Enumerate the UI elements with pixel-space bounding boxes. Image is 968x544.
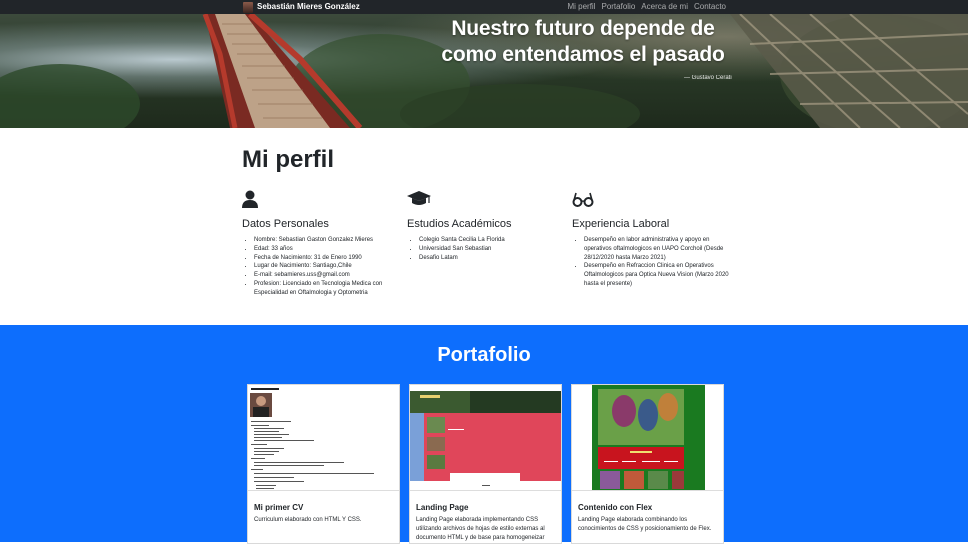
hero-quote-author: — Gustavo Cerati: [684, 75, 732, 81]
nav-link-contacto[interactable]: Contacto: [694, 1, 726, 13]
column-heading: Datos Personales: [242, 218, 329, 230]
glasses-icon: [572, 190, 732, 210]
column-heading: Estudios Académicos: [407, 218, 512, 230]
experiencia-list: Desempeño en labor administrativa y apoy…: [572, 236, 732, 289]
perfil-column-datos-personales: Datos Personales Nombre: Sebastian Gasto…: [242, 190, 402, 298]
list-item: Lugar de Nacimiento: Santiago,Chile: [254, 262, 402, 271]
estudios-list: Colegio Santa Cecilia La Florida Univers…: [407, 236, 567, 262]
list-item: E-mail: sebamieres.uss@gmail.com: [254, 271, 402, 280]
card-text: Landing Page elaborada combinando los co…: [578, 517, 712, 532]
list-item: Nombre: Sebastian Gaston Gonzalez Mieres: [254, 236, 402, 245]
avatar: [243, 1, 253, 13]
navbar: Sebastián Mieres González Mi perfil Port…: [0, 0, 968, 14]
list-item: Profesion: Licenciado en Tecnologia Medi…: [254, 280, 402, 298]
card-title: Mi primer CV: [254, 503, 304, 512]
nav-links: Mi perfil Portafolio Acerca de mi Contac…: [567, 1, 726, 13]
person-icon: [242, 190, 402, 210]
column-heading: Experiencia Laboral: [572, 218, 670, 230]
list-item: Fecha de Nacimiento: 31 de Enero 1990: [254, 254, 402, 263]
nav-link-acerca-de-mi[interactable]: Acerca de mi: [641, 1, 688, 13]
portfolio-card-landing[interactable]: Landing Page Landing Page elaborada impl…: [409, 384, 562, 544]
card-thumbnail-cv: [248, 385, 399, 491]
card-text: Landing Page elaborada implementando CSS…: [416, 517, 545, 541]
list-item: Universidad San Sebastian: [419, 245, 567, 254]
brand-link[interactable]: Sebastián Mieres González: [243, 1, 360, 13]
list-item: Desempeño en labor administrativa y apoy…: [584, 236, 732, 262]
portfolio-card-cv[interactable]: Mi primer CV Curriculum elaborado con HT…: [247, 384, 400, 544]
perfil-column-experiencia: Experiencia Laboral Desempeño en labor a…: [572, 190, 732, 289]
perfil-column-estudios: Estudios Académicos Colegio Santa Cecili…: [407, 190, 567, 262]
card-thumbnail-flex: [572, 385, 723, 491]
list-item: Edad: 33 años: [254, 245, 402, 254]
nav-link-portafolio[interactable]: Portafolio: [601, 1, 635, 13]
brand-name: Sebastián Mieres González: [257, 2, 360, 11]
card-thumbnail-landing: [410, 385, 561, 491]
portafolio-heading: Portafolio: [437, 344, 531, 366]
portfolio-card-flex[interactable]: Contenido con Flex Landing Page elaborad…: [571, 384, 724, 544]
graduation-cap-icon: [407, 190, 567, 210]
list-item: Colegio Santa Cecilia La Florida: [419, 236, 567, 245]
datos-personales-list: Nombre: Sebastian Gaston Gonzalez Mieres…: [242, 236, 402, 298]
portafolio-section: Portafolio Mi primer CV Curriculum elabo…: [0, 325, 968, 544]
list-item: Desempeño en Refraccion Clinica en Opera…: [584, 262, 732, 288]
perfil-heading: Mi perfil: [242, 146, 335, 173]
nav-link-mi-perfil[interactable]: Mi perfil: [567, 1, 595, 13]
hero-banner: Nuestro futuro depende de como entendamo…: [0, 14, 968, 128]
card-title: Contenido con Flex: [578, 503, 653, 512]
card-text: Curriculum elaborado con HTML Y CSS.: [254, 517, 362, 523]
list-item: Desafio Latam: [419, 254, 567, 263]
card-title: Landing Page: [416, 503, 469, 512]
hero-title: Nuestro futuro depende de como entendamo…: [441, 17, 725, 66]
